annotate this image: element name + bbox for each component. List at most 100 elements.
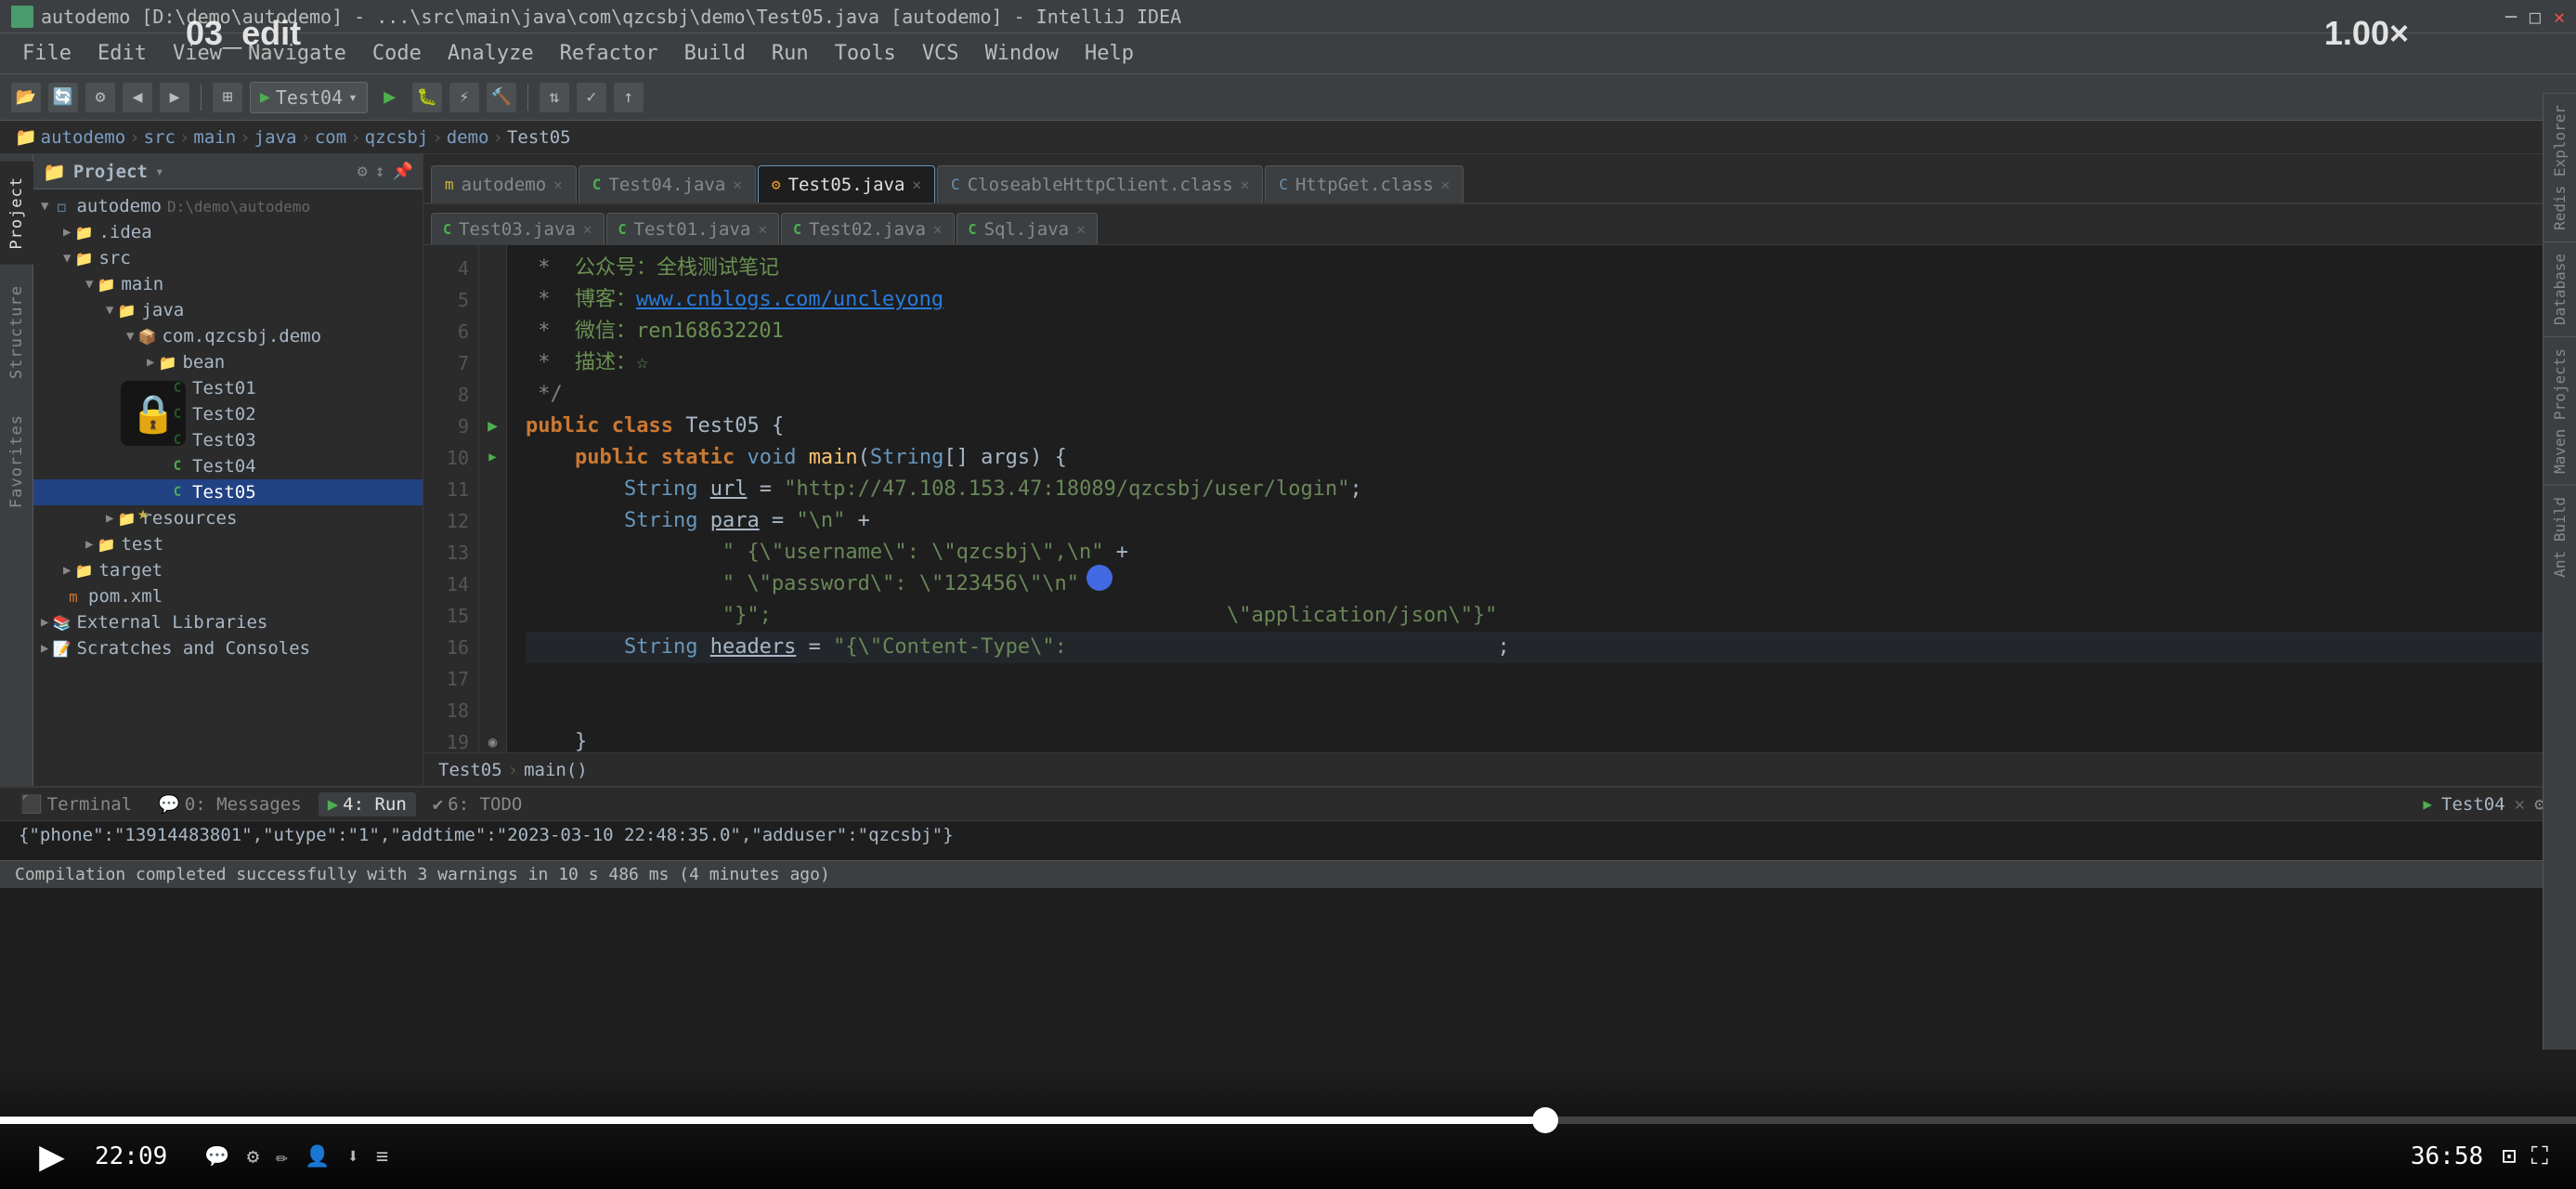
project-dropdown-arrow[interactable]: ▾: [155, 163, 164, 180]
sync-btn[interactable]: 🔄: [48, 83, 78, 112]
forward-btn[interactable]: ▶: [160, 83, 189, 112]
tab2-sql-close[interactable]: ✕: [1076, 220, 1086, 238]
tree-main[interactable]: ▼ 📁 main: [33, 271, 423, 297]
menu-refactor[interactable]: Refactor: [547, 38, 671, 69]
tab-test05[interactable]: ⚙ Test05.java ✕: [758, 165, 935, 203]
commit-btn[interactable]: ✓: [577, 83, 606, 112]
terminal-tab[interactable]: ⬛ Terminal: [11, 791, 141, 817]
structure-tab-side[interactable]: Structure: [0, 270, 33, 394]
menu-file[interactable]: File: [9, 38, 85, 69]
project-expand-icon[interactable]: ↕: [375, 162, 385, 181]
tab-closeable-http[interactable]: C CloseableHttpClient.class ✕: [937, 165, 1263, 203]
bc-autodemo[interactable]: autodemo: [41, 127, 126, 148]
share-btn[interactable]: 👤: [305, 1145, 330, 1169]
tab-closeable-http-close[interactable]: ✕: [1241, 176, 1250, 193]
run-btn[interactable]: ▶: [375, 83, 405, 112]
bc-src[interactable]: src: [144, 127, 176, 148]
database-panel[interactable]: Database: [2543, 242, 2576, 336]
tab2-sql[interactable]: C Sql.java ✕: [956, 213, 1098, 244]
tree-test05[interactable]: C Test05: [33, 479, 423, 505]
bc-main[interactable]: main: [193, 127, 236, 148]
menu-tools[interactable]: Tools: [822, 38, 909, 69]
debug-btn[interactable]: 🐛: [412, 83, 442, 112]
run-tab[interactable]: ▶ 4: Run: [319, 792, 416, 817]
run-arrow-9[interactable]: ▶: [488, 413, 498, 439]
menu-run[interactable]: Run: [759, 38, 822, 69]
build-btn[interactable]: 🔨: [487, 83, 516, 112]
minimize-btn[interactable]: ─: [2505, 6, 2517, 28]
tab-autodemo[interactable]: m autodemo ✕: [431, 165, 577, 203]
menu-edit[interactable]: Edit: [85, 38, 160, 69]
update-btn[interactable]: ⇅: [540, 83, 569, 112]
tab2-test01-close[interactable]: ✕: [758, 220, 767, 238]
config-btn[interactable]: ⚙: [85, 83, 115, 112]
bc-qzcsbj[interactable]: qzcsbj: [365, 127, 429, 148]
run-config-dropdown[interactable]: ▶ Test04 ▾: [250, 82, 368, 113]
tab2-test02-close[interactable]: ✕: [933, 220, 943, 238]
ant-build-panel[interactable]: Ant Build: [2543, 485, 2576, 589]
menu-window[interactable]: Window: [972, 38, 1072, 69]
tab2-test02[interactable]: C Test02.java ✕: [781, 213, 955, 244]
edit-btn[interactable]: ✏: [276, 1145, 288, 1169]
tree-ext-libs[interactable]: ▶ 📚 External Libraries: [33, 609, 423, 635]
code-editor[interactable]: 4 5 6 7 8 9 10 11 12 13 14 15 16 17 18 1…: [423, 245, 2576, 752]
run-arrow-10[interactable]: ▶: [488, 448, 496, 468]
project-tab[interactable]: Project: [0, 162, 33, 265]
messages-tab[interactable]: 💬 0: Messages: [149, 791, 311, 817]
tab-test04[interactable]: C Test04.java ✕: [579, 165, 756, 203]
menu-help[interactable]: Help: [1072, 38, 1147, 69]
tab2-test03-close[interactable]: ✕: [583, 220, 592, 238]
open-file-btn[interactable]: 📂: [11, 83, 41, 112]
back-btn[interactable]: ◀: [123, 83, 152, 112]
tree-scratches[interactable]: ▶ 📝 Scratches and Consoles: [33, 635, 423, 661]
play-pause-btn[interactable]: ▶: [28, 1132, 76, 1181]
menu-code[interactable]: Code: [359, 38, 435, 69]
pip-btn[interactable]: ⊡: [2502, 1143, 2517, 1170]
tab-autodemo-close[interactable]: ✕: [553, 176, 563, 193]
tree-src[interactable]: ▼ 📁 src: [33, 245, 423, 271]
bc-test05[interactable]: Test05: [507, 127, 571, 148]
maximize-btn[interactable]: □: [2530, 6, 2541, 28]
tree-bean[interactable]: ▶ 📁 bean: [33, 349, 423, 375]
bc-com[interactable]: com: [315, 127, 346, 148]
coverage-btn[interactable]: ⚡: [449, 83, 479, 112]
run-close-btn[interactable]: ✕: [2515, 794, 2525, 815]
tree-autodemo[interactable]: ▼ ◻ autodemo D:\demo\autodemo: [33, 193, 423, 219]
breakpoint-19[interactable]: ◉: [488, 731, 498, 752]
tab-httpget-close[interactable]: ✕: [1441, 176, 1451, 193]
tab-test04-close[interactable]: ✕: [733, 176, 742, 193]
todo-tab[interactable]: ✔ 6: TODO: [423, 792, 532, 817]
maven-projects-panel[interactable]: Maven Projects: [2543, 336, 2576, 485]
bc-java[interactable]: java: [254, 127, 297, 148]
tab2-test01[interactable]: C Test01.java ✕: [606, 213, 780, 244]
download-btn[interactable]: ⬇: [347, 1145, 359, 1169]
more-btn[interactable]: ≡: [376, 1145, 388, 1169]
project-settings-icon[interactable]: ⚙: [358, 162, 368, 181]
redis-explorer-panel[interactable]: Redis Explorer: [2543, 93, 2576, 242]
close-btn[interactable]: ✕: [2554, 6, 2565, 28]
tree-com-qzcsbj-demo[interactable]: ▼ 📦 com.qzcsbj.demo: [33, 323, 423, 349]
fullscreen-btn[interactable]: ⛶: [2531, 1143, 2548, 1171]
bc-demo[interactable]: demo: [447, 127, 489, 148]
toggle-btn[interactable]: ⊞: [213, 83, 242, 112]
progress-bar-track[interactable]: [0, 1117, 2576, 1124]
tree-java[interactable]: ▼ 📁 java: [33, 297, 423, 323]
tree-test01[interactable]: C Test01: [33, 375, 423, 401]
project-pin-icon[interactable]: 📌: [393, 162, 413, 181]
menu-build[interactable]: Build: [671, 38, 759, 69]
tree-test04[interactable]: C Test04: [33, 453, 423, 479]
tree-resources[interactable]: ▶ 📁 resources: [33, 505, 423, 531]
code-content[interactable]: * 公众号：全栈测试笔记 * 博客：www.cnblogs.com/uncley…: [507, 245, 2559, 752]
tab2-test03[interactable]: C Test03.java ✕: [431, 213, 605, 244]
tree-test[interactable]: ▶ 📁 test: [33, 531, 423, 557]
barrage-btn[interactable]: 💬: [204, 1145, 229, 1169]
progress-thumb[interactable]: [1532, 1107, 1558, 1133]
tree-test02[interactable]: C Test02: [33, 401, 423, 427]
settings2-btn[interactable]: ⚙: [247, 1145, 259, 1169]
tree-target[interactable]: ▶ 📁 target: [33, 557, 423, 583]
menu-vcs[interactable]: VCS: [909, 38, 972, 69]
menu-analyze[interactable]: Analyze: [435, 38, 547, 69]
tree-test03[interactable]: C Test03: [33, 427, 423, 453]
tree-idea[interactable]: ▶ 📁 .idea: [33, 219, 423, 245]
tab-httpget[interactable]: C HttpGet.class ✕: [1265, 165, 1464, 203]
